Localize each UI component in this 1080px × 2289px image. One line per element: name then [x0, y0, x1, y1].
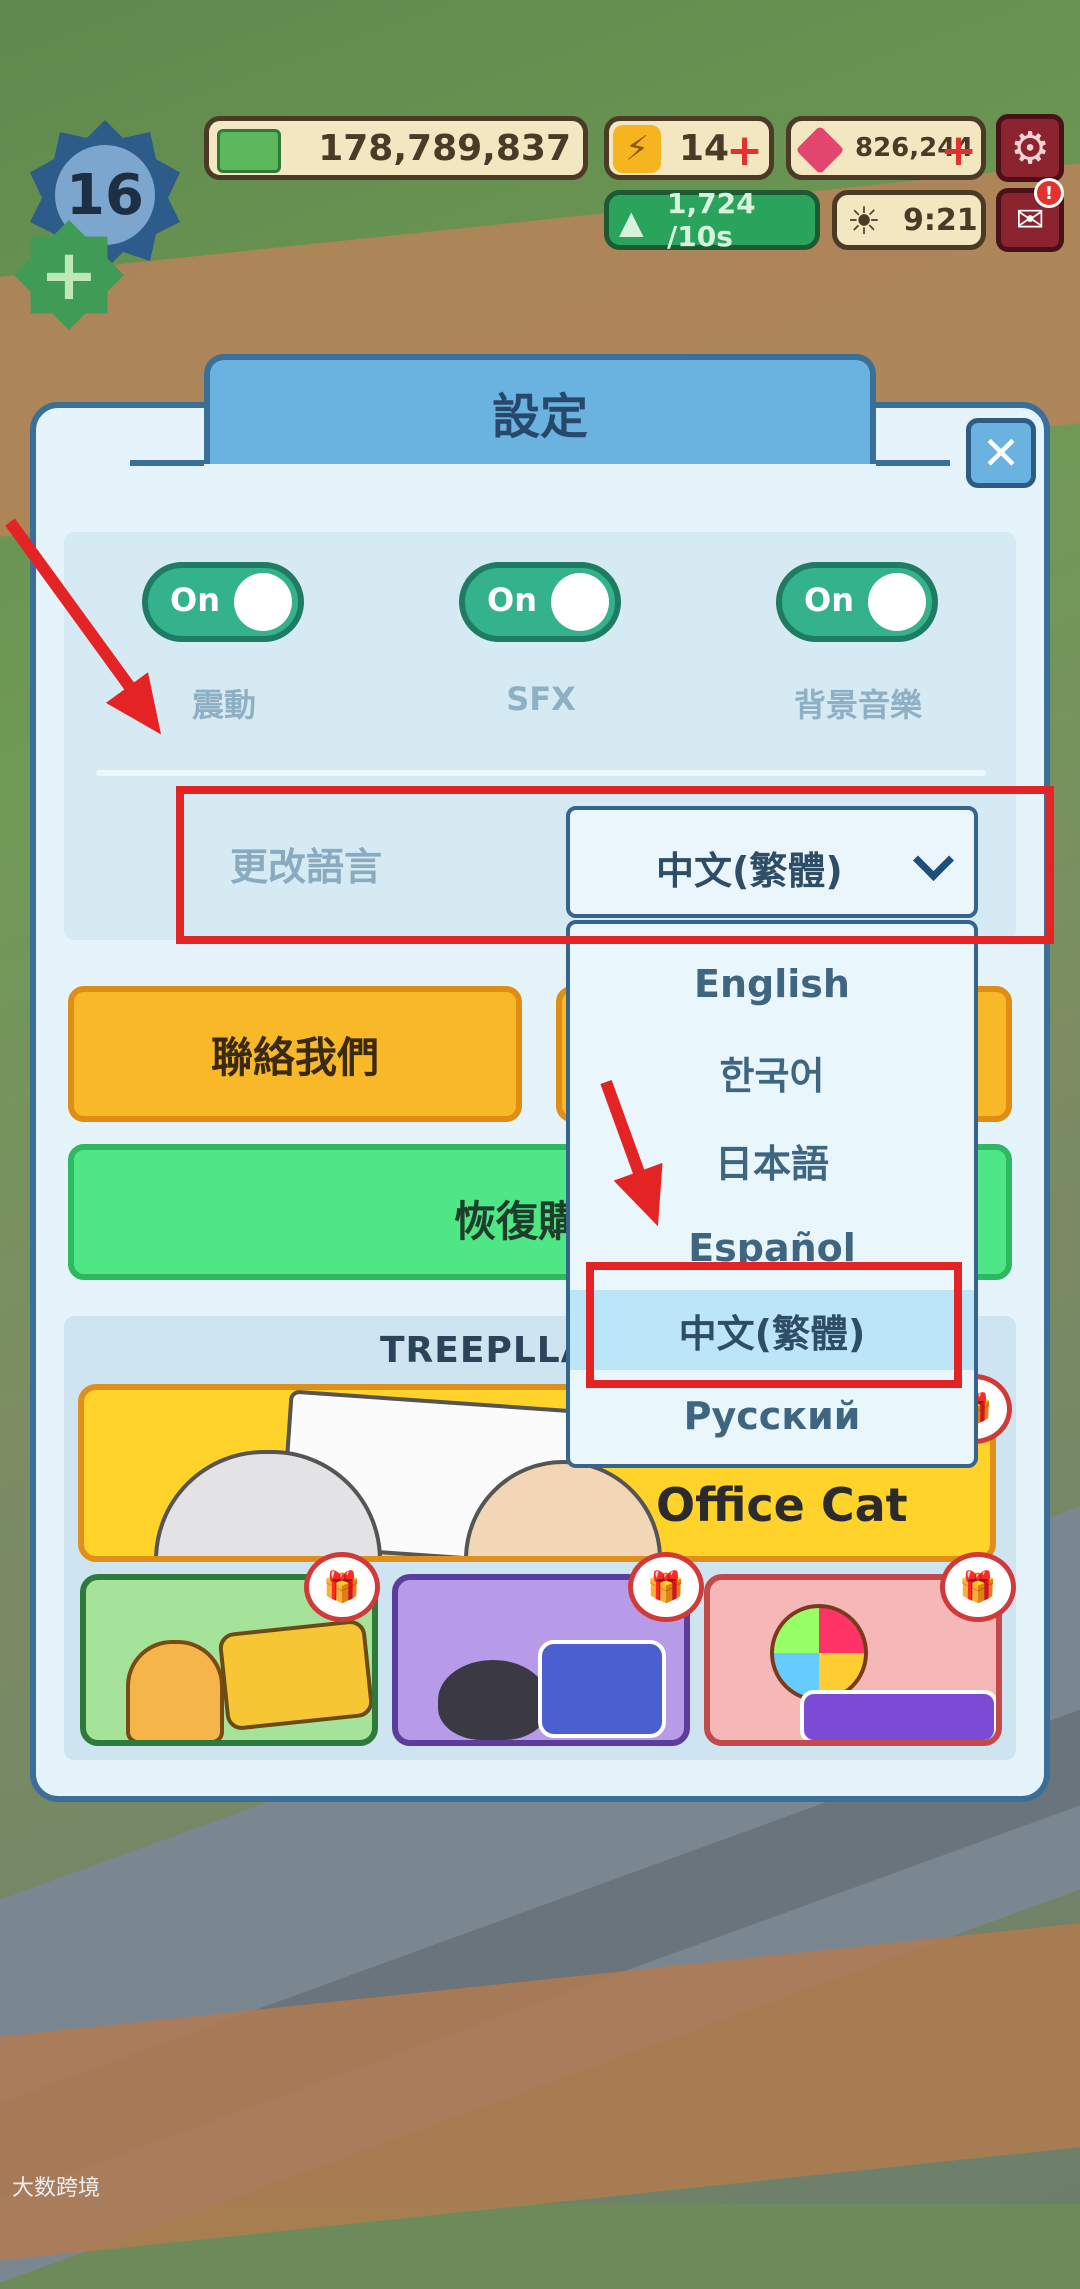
- magic-school-logo-art: [538, 1640, 666, 1738]
- modal-title: 設定: [491, 389, 588, 445]
- sfx-toggle[interactable]: On: [459, 562, 621, 642]
- close-icon: ✕: [981, 426, 1021, 480]
- add-icon[interactable]: +: [14, 220, 124, 330]
- income-chart-icon: ▲: [619, 203, 644, 241]
- cat-mall-logo-art: [800, 1690, 996, 1740]
- add-energy-icon[interactable]: +: [726, 125, 763, 176]
- notification-badge-icon: !: [1034, 178, 1064, 208]
- close-button[interactable]: ✕: [966, 418, 1036, 488]
- energy-counter: ⚡ 14 +: [604, 116, 774, 180]
- sfx-caption: SFX: [506, 680, 576, 718]
- gear-icon[interactable]: ⚙: [996, 114, 1064, 182]
- modal-title-tab: 設定: [204, 354, 876, 464]
- timer-counter: ☀ 9:21: [832, 190, 986, 250]
- language-option[interactable]: English: [570, 944, 974, 1024]
- language-option-label: English: [694, 962, 850, 1006]
- title-divider-left: [130, 460, 204, 466]
- cash-icon: [217, 129, 281, 173]
- language-option[interactable]: 한국어: [570, 1032, 974, 1112]
- contact-us-button[interactable]: 聯絡我們: [68, 986, 522, 1122]
- language-option-label: 日本語: [714, 1141, 829, 1186]
- title-divider-right: [876, 460, 950, 466]
- gift-icon: 🎁: [628, 1552, 704, 1622]
- restore-purchase-label: 恢復購: [454, 1197, 581, 1246]
- cat-puzzle-logo-art: [217, 1618, 372, 1732]
- toggle-knob: [868, 573, 926, 631]
- language-option-label: 한국어: [719, 1053, 825, 1098]
- highlight-selected-option: [586, 1262, 962, 1388]
- energy-value: 14: [679, 127, 730, 169]
- lightning-icon: ⚡: [613, 125, 661, 173]
- bgm-toggle[interactable]: On: [776, 562, 938, 642]
- gem-icon: [795, 125, 845, 175]
- puzzle-cat-art: [126, 1640, 224, 1740]
- games-section-title: TREEPLLA: [380, 1330, 590, 1371]
- gems-counter: 826,244 +: [786, 116, 986, 180]
- panel-divider: [96, 770, 986, 776]
- gift-icon: 🎁: [304, 1552, 380, 1622]
- bgm-toggle-label: On: [804, 581, 854, 619]
- office-cat-title: Office Cat: [656, 1478, 908, 1532]
- language-option[interactable]: Русский: [570, 1376, 974, 1456]
- watermark: 大数跨境: [12, 2176, 101, 2201]
- sun-icon: ☀: [847, 199, 882, 243]
- highlight-language-row: [176, 786, 1054, 944]
- cash-value: 178,789,837: [318, 127, 571, 169]
- timer-value: 9:21: [903, 202, 978, 238]
- contact-us-label: 聯絡我們: [210, 1032, 379, 1082]
- toggle-knob: [551, 573, 609, 631]
- vibration-toggle[interactable]: On: [142, 562, 304, 642]
- gift-icon: 🎁: [940, 1552, 1016, 1622]
- income-value: 1,724 /10s: [667, 187, 756, 253]
- vibration-toggle-label: On: [170, 581, 220, 619]
- language-option-label: Русский: [683, 1394, 861, 1438]
- income-counter: ▲ 1,724 /10s: [604, 187, 820, 253]
- sfx-toggle-label: On: [487, 581, 537, 619]
- add-gems-icon[interactable]: +: [940, 125, 977, 176]
- cauldron-art: [438, 1660, 548, 1740]
- cash-counter: 178,789,837: [204, 116, 588, 180]
- bgm-caption: 背景音樂: [793, 686, 922, 724]
- prize-wheel-art: [770, 1604, 868, 1702]
- toggle-knob: [234, 573, 292, 631]
